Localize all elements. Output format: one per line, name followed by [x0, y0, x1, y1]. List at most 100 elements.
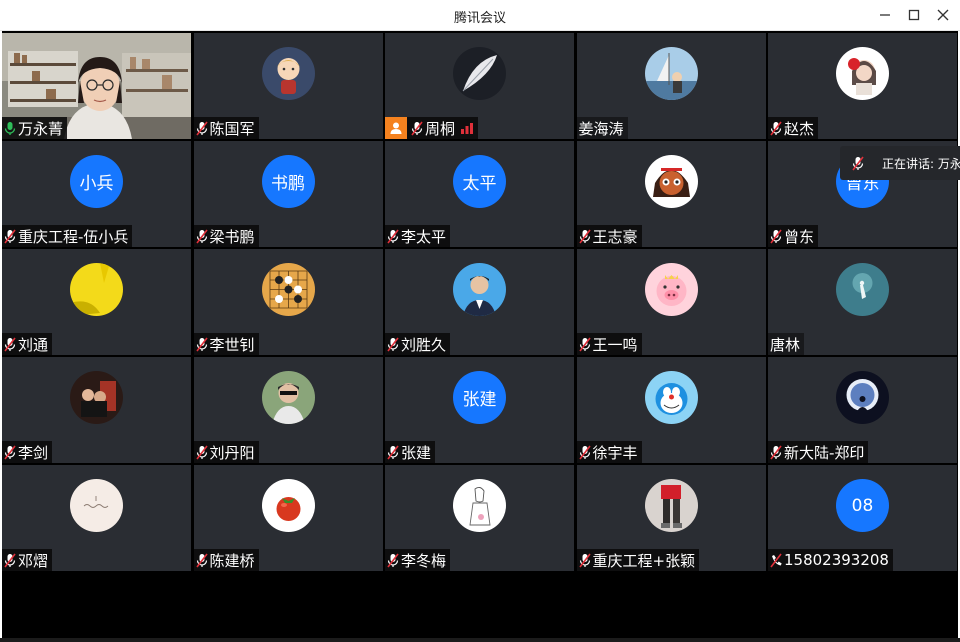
- participant-tile[interactable]: 李冬梅: [385, 465, 574, 571]
- participant-tile[interactable]: 新大陆-郑印: [768, 357, 957, 463]
- participant-name: 李世钊: [209, 335, 255, 354]
- participant-name: 梁书鹏: [209, 227, 255, 246]
- participant-tile[interactable]: 重庆工程+张颖: [576, 465, 766, 571]
- participant-tile[interactable]: 周桐: [385, 33, 574, 139]
- participant-tile[interactable]: 08 15802393208: [768, 465, 957, 571]
- participant-name-bar: 李剑: [2, 441, 53, 463]
- bottom-edge: [0, 638, 960, 642]
- portrait-man-avatar: [453, 263, 506, 316]
- microphone-muted-icon: [578, 229, 591, 244]
- microphone-muted-icon: [770, 229, 782, 244]
- participant-name-bar: 陈建桥: [193, 549, 259, 571]
- participant-name-bar: 曾东: [768, 225, 819, 247]
- participant-name: 刘通: [18, 335, 49, 354]
- microphone-muted-icon: [4, 337, 16, 352]
- participant-tile[interactable]: 唐林: [768, 249, 957, 355]
- microphone-muted-icon: [195, 445, 208, 460]
- participant-name-bar: 李太平: [385, 225, 451, 247]
- microphone-muted-icon: [195, 337, 208, 352]
- cartoon-girl-avatar: [644, 155, 698, 208]
- cartoon-boy-avatar: [261, 47, 315, 100]
- phone-muted-icon: [770, 553, 782, 568]
- participant-tile[interactable]: 刘通: [2, 249, 191, 355]
- participant-name-bar: 唐林: [768, 333, 805, 355]
- microphone-muted-icon: [852, 156, 864, 171]
- participant-name: 万永菁: [18, 119, 64, 138]
- participant-name: 赵杰: [784, 119, 815, 138]
- participant-name-bar: 刘通: [2, 333, 53, 355]
- participant-name-bar: 李世钊: [193, 333, 259, 355]
- microphone-muted-icon: [387, 553, 399, 568]
- participant-tile[interactable]: 赵杰: [768, 33, 957, 139]
- walking-legs-avatar: [644, 479, 698, 532]
- participant-name-bar: 赵杰: [768, 117, 819, 139]
- participant-name-bar: 新大陆-郑印: [768, 441, 869, 463]
- participant-name-bar: 万永菁: [2, 117, 68, 139]
- minimize-button[interactable]: [872, 4, 898, 26]
- participant-name-bar: 刘胜久: [385, 333, 451, 355]
- maximize-button[interactable]: [901, 4, 927, 26]
- participant-tile[interactable]: 王志豪: [576, 141, 766, 247]
- participant-tile[interactable]: 刘胜久: [385, 249, 574, 355]
- participant-name: 陈国军: [209, 119, 255, 138]
- participant-name-bar: 王一鸣: [576, 333, 642, 355]
- participant-name-bar: 周桐: [385, 117, 479, 139]
- handwriting-avatar: [70, 479, 123, 532]
- participant-tile[interactable]: 小兵 重庆工程-伍小兵: [2, 141, 191, 247]
- yellow-avatar: [70, 263, 123, 316]
- participant-tile[interactable]: 万永菁: [2, 33, 191, 139]
- minimize-icon: [880, 14, 890, 16]
- speaking-label: 正在讲话: 万永: [882, 156, 960, 171]
- signal-icon: [460, 122, 474, 134]
- participant-name: 张建: [401, 443, 432, 462]
- participant-name-bar: 李冬梅: [385, 549, 451, 571]
- participant-tile[interactable]: 邓熠: [2, 465, 191, 571]
- participant-name-bar: 15802393208: [768, 549, 893, 571]
- microphone-muted-icon: [578, 445, 591, 460]
- participant-name-bar: 徐宇丰: [576, 441, 642, 463]
- microphone-muted-icon: [770, 121, 782, 136]
- microphone-muted-icon: [578, 337, 591, 352]
- participant-name-bar: 姜海涛: [576, 117, 628, 139]
- participant-name: 周桐: [425, 119, 456, 138]
- participant-name: 李太平: [401, 227, 447, 246]
- participant-name: 重庆工程-伍小兵: [18, 227, 129, 246]
- participant-name-bar: 王志豪: [576, 225, 642, 247]
- participant-name: 王志豪: [592, 227, 638, 246]
- participant-name: 重庆工程+张颖: [592, 551, 696, 570]
- participant-name: 刘胜久: [401, 335, 447, 354]
- participant-name: 李剑: [18, 443, 49, 462]
- microphone-muted-icon: [578, 553, 591, 568]
- microphone-muted-icon: [387, 229, 399, 244]
- sailboat-avatar: [644, 47, 698, 100]
- sketch-girl-avatar: [453, 479, 506, 532]
- close-button[interactable]: [930, 4, 956, 26]
- microphone-muted-icon: [4, 553, 16, 568]
- girl-with-flower-avatar: [836, 47, 889, 100]
- window-title: 腾讯会议: [453, 11, 506, 26]
- microphone-muted-icon: [195, 121, 208, 136]
- participant-tile[interactable]: 姜海涛: [576, 33, 766, 139]
- participant-tile[interactable]: 陈建桥: [193, 465, 383, 571]
- participant-tile[interactable]: 李世钊: [193, 249, 383, 355]
- microphone-muted-icon: [195, 229, 208, 244]
- text-avatar: 太平: [453, 155, 506, 208]
- speaking-indicator: 正在讲话: 万永: [840, 146, 960, 180]
- participant-tile[interactable]: 陈国军: [193, 33, 383, 139]
- participant-tile[interactable]: 书鹏 梁书鹏: [193, 141, 383, 247]
- participant-tile[interactable]: 刘丹阳: [193, 357, 383, 463]
- participant-tile[interactable]: 太平 李太平: [385, 141, 574, 247]
- participant-tile[interactable]: 王一鸣: [576, 249, 766, 355]
- participant-name: 曾东: [784, 227, 815, 246]
- microphone-muted-icon: [411, 121, 423, 136]
- title-bar: 腾讯会议: [0, 0, 960, 31]
- participant-name-bar: 重庆工程+张颖: [576, 549, 700, 571]
- participant-tile[interactable]: 李剑: [2, 357, 191, 463]
- participant-tile[interactable]: 张建 张建: [385, 357, 574, 463]
- participant-tile[interactable]: 徐宇丰: [576, 357, 766, 463]
- participant-name-bar: 刘丹阳: [193, 441, 259, 463]
- participant-name: 李冬梅: [401, 551, 447, 570]
- participant-name-bar: 梁书鹏: [193, 225, 259, 247]
- microphone-muted-icon: [770, 445, 782, 460]
- man-sunglasses-avatar: [261, 371, 315, 424]
